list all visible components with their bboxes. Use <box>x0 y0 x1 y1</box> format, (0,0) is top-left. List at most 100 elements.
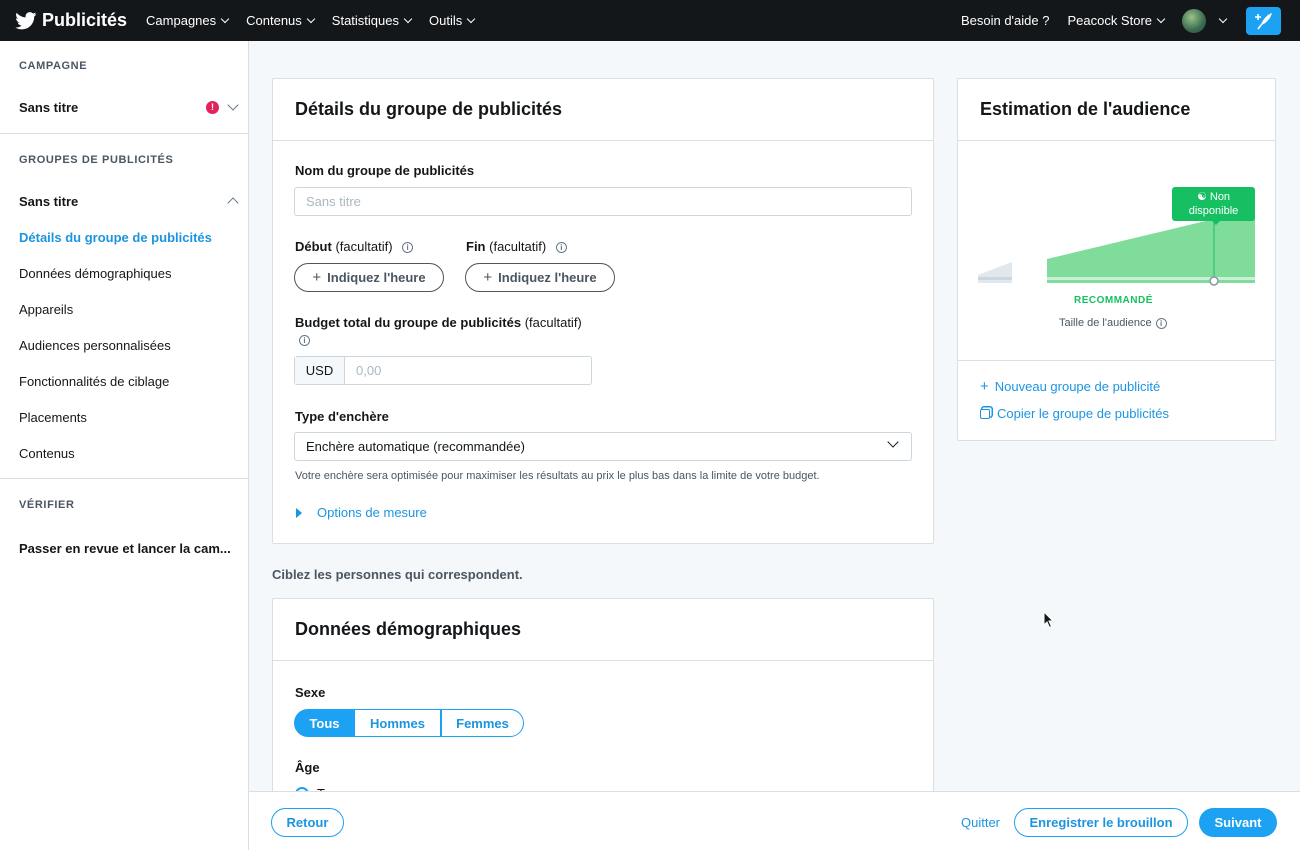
compose-feather-icon <box>1254 12 1272 29</box>
save-draft-button[interactable]: Enregistrer le brouillon <box>1014 808 1188 837</box>
sidebar: CAMPAGNE Sans titre ! GROUPES DE PUBLICI… <box>0 41 249 850</box>
twitter-bird-icon <box>15 11 37 29</box>
divider <box>0 478 248 479</box>
info-icon[interactable]: i <box>402 242 414 254</box>
copy-ad-group-link[interactable]: Copier le groupe de publicités <box>980 406 1169 421</box>
optional-text: (facultatif) <box>335 239 393 254</box>
ad-group-name: Sans titre <box>19 193 79 209</box>
plus-icon: + <box>980 378 989 395</box>
nav-label: Outils <box>429 13 463 28</box>
budget-label: Budget total du groupe de publicités (fa… <box>295 315 582 330</box>
sidebar-item-review-launch[interactable]: Passer en revue et lancer la cam... <box>0 538 249 558</box>
info-icon[interactable]: i <box>555 242 567 254</box>
avatar <box>1182 8 1206 33</box>
badge-line-2: disponible <box>1188 205 1239 217</box>
end-label-text: Fin <box>466 239 486 254</box>
ad-group-name-input[interactable]: Sans titre <box>294 187 912 216</box>
sex-option-women[interactable]: Femmes <box>441 709 524 737</box>
sidebar-item-devices[interactable]: Appareils <box>0 291 248 327</box>
start-label-text: Début <box>295 239 332 254</box>
recommended-label: RECOMMANDÉ <box>1074 295 1153 306</box>
audience-size-text: Taille de l'audience <box>1059 317 1152 329</box>
campaign-name-row[interactable]: Sans titre ! <box>0 97 249 117</box>
sidebar-item-targeting-features[interactable]: Fonctionnalités de ciblage <box>0 363 248 399</box>
campaign-section-heading: CAMPAGNE <box>19 60 88 72</box>
nav-label: Statistiques <box>331 13 399 28</box>
badge-pointer <box>1211 220 1221 225</box>
button-label: Indiquez l'heure <box>498 270 597 285</box>
chevron-down-icon <box>306 14 316 23</box>
divider <box>958 360 1275 361</box>
sidebar-item-placements[interactable]: Placements <box>0 399 248 435</box>
sidebar-item-ad-group-details[interactable]: Détails du groupe de publicités <box>0 219 248 255</box>
people-icon: ☯ <box>1196 191 1207 203</box>
top-right-controls: Besoin d'aide ? Peacock Store <box>961 0 1300 41</box>
main-nav: Campagnes Contenus Statistiques Outils <box>146 13 492 28</box>
ad-group-name-row[interactable]: Sans titre <box>0 191 249 211</box>
nav-label: Campagnes <box>146 13 217 28</box>
error-icon: ! <box>206 100 219 114</box>
chevron-down-icon <box>227 98 239 111</box>
sidebar-item-demographics[interactable]: Données démographiques <box>0 255 248 291</box>
start-time-button[interactable]: + Indiquez l'heure <box>294 263 444 292</box>
plus-icon: + <box>483 269 493 286</box>
budget-input[interactable]: 0,00 <box>345 357 591 384</box>
mouse-cursor-icon <box>1043 611 1055 629</box>
targeting-intro-text: Ciblez les personnes qui correspondent. <box>272 567 523 582</box>
caret-right-icon <box>296 507 302 518</box>
nav-contenus[interactable]: Contenus <box>246 13 316 28</box>
measurement-options-label: Options de mesure <box>317 505 427 520</box>
new-ad-group-link[interactable]: + Nouveau groupe de publicité <box>980 378 1160 395</box>
ad-group-details-card: Détails du groupe de publicités Nom du g… <box>272 78 934 544</box>
badge-text: Non <box>1209 191 1231 203</box>
bid-type-label: Type d'enchère <box>295 409 389 424</box>
next-button[interactable]: Suivant <box>1199 808 1277 837</box>
end-time-button[interactable]: + Indiquez l'heure <box>465 263 615 292</box>
account-name: Peacock Store <box>1067 13 1152 28</box>
audience-estimate-card: Estimation de l'audience ☯ Non disponibl… <box>957 78 1276 441</box>
help-link[interactable]: Besoin d'aide ? <box>961 13 1050 28</box>
measurement-options-toggle[interactable]: Options de mesure <box>295 505 427 520</box>
start-label: Début (facultatif) i <box>295 239 414 254</box>
compose-tweet-button[interactable] <box>1246 6 1281 35</box>
brand[interactable]: Publicités <box>15 10 127 31</box>
bid-help-text: Votre enchère sera optimisée pour maximi… <box>295 470 820 482</box>
budget-field: USD 0,00 <box>294 356 592 385</box>
info-icon[interactable]: i <box>299 335 310 346</box>
chevron-down-icon <box>1218 14 1228 23</box>
chevron-up-icon <box>227 197 239 209</box>
info-icon[interactable]: i <box>1155 317 1167 329</box>
sex-label: Sexe <box>295 685 326 700</box>
nav-statistiques[interactable]: Statistiques <box>331 13 413 28</box>
sidebar-item-custom-audiences[interactable]: Audiences personnalisées <box>0 327 248 363</box>
divider <box>0 133 248 134</box>
brand-title: Publicités <box>42 10 128 30</box>
bid-type-select[interactable]: Enchère automatique (recommandée) <box>294 432 912 461</box>
sex-option-all[interactable]: Tous <box>294 709 355 737</box>
button-label: Indiquez l'heure <box>327 270 426 285</box>
campaign-name: Sans titre <box>19 99 79 115</box>
back-button[interactable]: Retour <box>271 808 344 837</box>
nav-campagnes[interactable]: Campagnes <box>146 13 230 28</box>
link-label: Nouveau groupe de publicité <box>994 379 1161 394</box>
verify-section-heading: VÉRIFIER <box>19 499 75 511</box>
sex-segmented-control: Tous Hommes Femmes <box>294 709 524 737</box>
nav-outils[interactable]: Outils <box>429 13 476 28</box>
top-navigation-bar: Publicités Campagnes Contenus Statistiqu… <box>0 0 1300 41</box>
user-menu[interactable] <box>1182 8 1228 33</box>
chevron-down-icon <box>466 14 476 23</box>
card-title: Estimation de l'audience <box>958 79 1275 141</box>
chevron-down-icon <box>1156 14 1166 23</box>
account-switcher[interactable]: Peacock Store <box>1067 13 1166 28</box>
optional-text: (facultatif) <box>524 315 582 330</box>
card-title: Détails du groupe de publicités <box>273 79 933 141</box>
sidebar-item-creatives[interactable]: Contenus <box>0 435 248 471</box>
ad-group-name-label: Nom du groupe de publicités <box>295 163 475 178</box>
demographics-card: Données démographiques Sexe Tous Hommes … <box>272 598 934 798</box>
card-title: Données démographiques <box>273 599 933 661</box>
sex-option-men[interactable]: Hommes <box>355 709 441 737</box>
quit-link[interactable]: Quitter <box>961 815 1000 830</box>
link-label: Copier le groupe de publicités <box>997 406 1169 421</box>
optional-text: (facultatif) <box>489 239 547 254</box>
bid-type-value: Enchère automatique (recommandée) <box>306 439 525 454</box>
